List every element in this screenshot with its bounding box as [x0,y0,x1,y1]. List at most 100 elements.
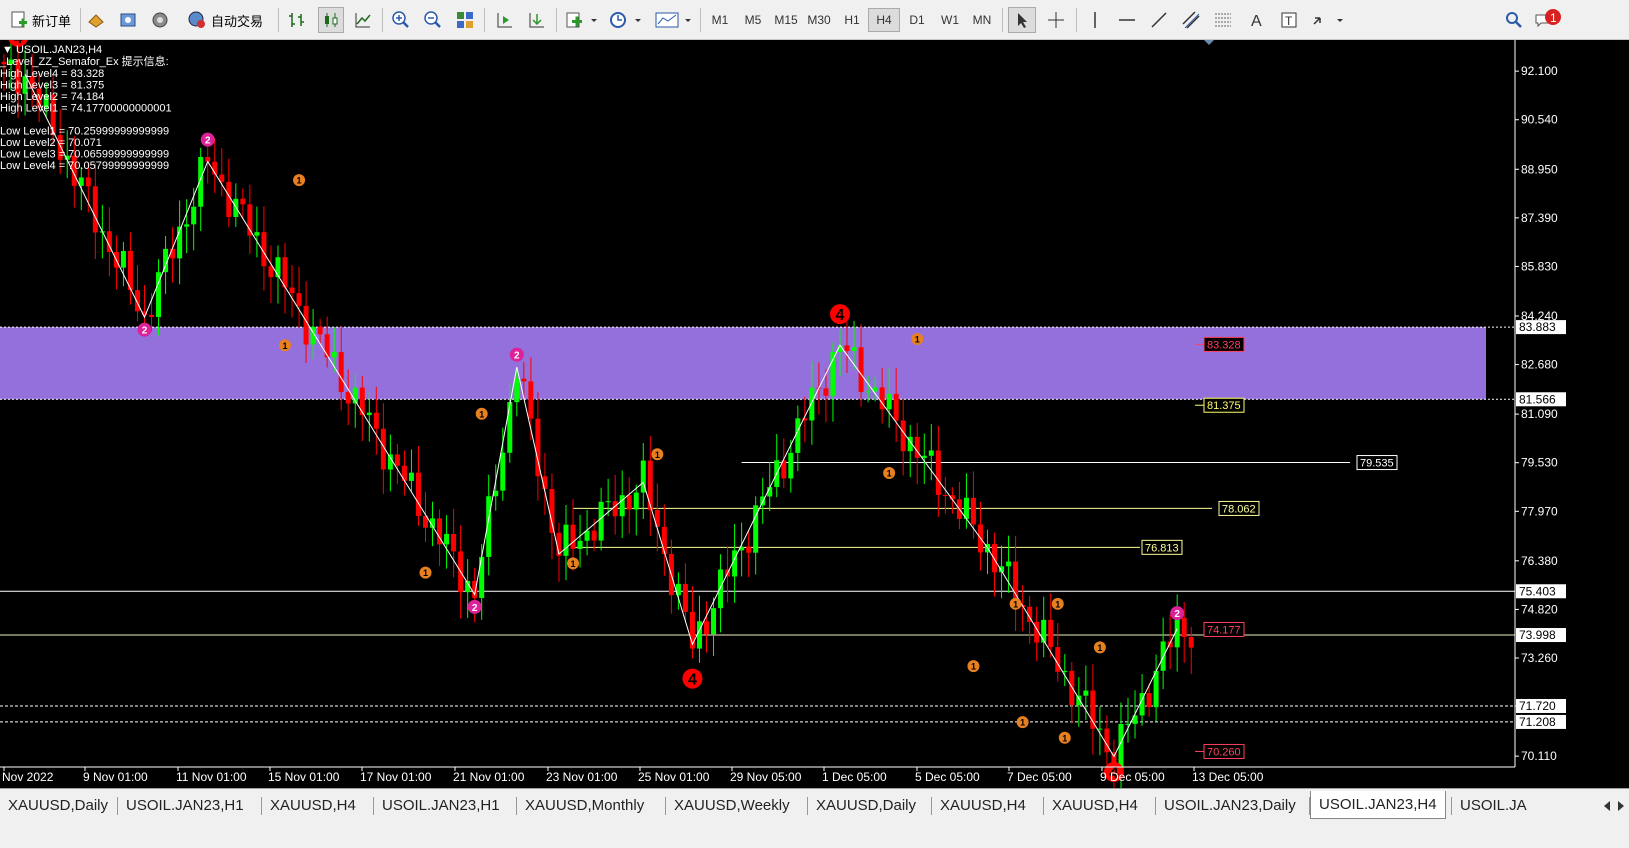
chart-tab[interactable]: XAUUSD,Monthly [517,793,652,817]
chart-tab[interactable]: XAUUSD,Daily [0,793,116,817]
candle-body [914,436,920,458]
chart-tabs-bar: XAUUSD,Daily USOIL.JAN23,H1 XAUUSD,H4 USOIL… [0,788,1629,848]
horizontal-line-icon[interactable] [1114,7,1140,33]
timeframe-h1[interactable]: H1 [836,8,868,32]
bar-chart-icon[interactable] [284,7,310,33]
tab-scroll-arrows[interactable] [1548,795,1628,817]
notifications-icon[interactable]: 1 [1534,7,1562,33]
new-order-button[interactable]: 新订单 [4,7,76,33]
vertical-line-icon[interactable] [1082,7,1108,33]
candle-body [1188,636,1194,648]
candle-body [704,621,709,635]
zoom-out-icon[interactable] [420,7,446,33]
templates-menu-icon[interactable] [652,7,696,33]
candle-body [191,206,197,225]
candle-body [240,198,246,205]
chart-tab[interactable]: XAUUSD,Weekly [666,793,798,817]
chart-tab[interactable]: USOIL.JAN23,H1 [374,793,508,817]
candle-body [970,497,976,525]
candle-body [992,543,998,573]
candle-body [500,452,506,491]
timeframe-w1[interactable]: W1 [934,8,966,32]
chart-tab[interactable]: XAUUSD,Daily [808,793,924,817]
data-window-icon[interactable] [116,7,140,33]
chart-shift-icon[interactable] [524,7,550,33]
crosshair-icon[interactable] [1042,7,1070,33]
candle-body [809,387,815,421]
timeframe-d1[interactable]: D1 [901,8,933,32]
arrows-menu-icon[interactable] [1308,7,1348,33]
candlestick-chart-icon[interactable] [318,7,344,33]
candle-body [605,501,611,503]
chart-tab[interactable]: USOIL.JA [1452,793,1535,817]
level-label-text: 76.813 [1145,542,1179,554]
time-tick-label: 13 Dec 05:00 [1192,770,1264,784]
candle-body [1006,561,1012,567]
timeframe-m15[interactable]: M15 [770,8,802,32]
candle-body [661,526,667,554]
semafor-level1-label: 1 [297,176,302,186]
timeframe-mn[interactable]: MN [966,8,998,32]
tab-separator [373,797,374,815]
chart-tab[interactable]: XAUUSD,H4 [932,793,1034,817]
zoom-in-icon[interactable] [388,7,414,33]
candle-body [85,177,91,187]
text-label-icon[interactable]: T [1276,7,1302,33]
chart-tab[interactable]: XAUUSD,H4 [262,793,364,817]
navigator-icon[interactable] [148,7,172,33]
periods-menu-icon[interactable] [606,7,646,33]
price-chart[interactable]: 42211221111441111111142 83.32881.37579.5… [0,40,1629,788]
price-tick-label: 70.110 [1521,749,1557,763]
candle-body [788,452,794,479]
chart-tab[interactable]: USOIL.JAN23,H4 [1310,791,1446,819]
auto-trade-button[interactable]: 自动交易 [180,7,270,33]
indicator-info-line: Low Level4 = 70.05799999999999 [0,160,169,172]
timeframe-m30[interactable]: M30 [803,8,835,32]
resistance-zone-layer [0,326,1515,400]
candle-body [921,455,927,458]
equidistant-channel-icon[interactable] [1178,7,1204,33]
tab-separator [665,797,666,815]
candle-body [1055,647,1061,672]
trendline-icon[interactable] [1146,7,1172,33]
chart-tab[interactable]: USOIL.JAN23,H1 [118,793,252,817]
semafor-level1-label: 1 [1013,599,1018,609]
candle-body [886,393,892,410]
market-watch-icon[interactable] [84,7,108,33]
candle-body [1104,728,1110,753]
line-chart-icon[interactable] [350,7,376,33]
candle-body [893,393,899,421]
candle-body [1041,619,1047,643]
timeframe-m5[interactable]: M5 [737,8,769,32]
cursor-icon[interactable] [1008,7,1036,33]
tab-separator [1451,797,1452,815]
tile-windows-icon[interactable] [452,7,478,33]
text-icon[interactable]: A [1244,7,1270,33]
candle-body [408,472,414,481]
price-tag-label: 81.566 [1519,392,1556,406]
tab-scroll-icon[interactable] [1600,798,1628,814]
chart-tab[interactable]: USOIL.JAN23,Daily [1156,793,1304,817]
price-tick-label: 88.950 [1521,162,1558,176]
timeframe-m1[interactable]: M1 [704,8,736,32]
autoscroll-icon[interactable] [492,7,518,33]
candle-body [1090,690,1096,729]
fibonacci-icon[interactable] [1210,7,1236,33]
candle-body [226,182,232,218]
level-label-text: 74.177 [1207,624,1241,636]
candle-body [1146,693,1152,708]
price-tick-label: 73.260 [1521,651,1558,665]
candle-body [254,232,260,236]
new-order-label: 新订单 [31,13,71,29]
indicators-menu-icon[interactable] [562,7,602,33]
candle-body [345,392,351,404]
search-icon[interactable] [1502,7,1526,33]
candle-body [247,204,253,236]
timeframe-h4[interactable]: H4 [868,8,900,32]
semafor-level1-label: 1 [655,450,660,460]
candle-body [507,402,513,453]
time-tick-label: 21 Nov 01:00 [453,770,525,784]
time-tick-label: 23 Nov 01:00 [546,770,618,784]
chart-tab[interactable]: XAUUSD,H4 [1044,793,1146,817]
price-tick-label: 81.090 [1521,407,1558,421]
